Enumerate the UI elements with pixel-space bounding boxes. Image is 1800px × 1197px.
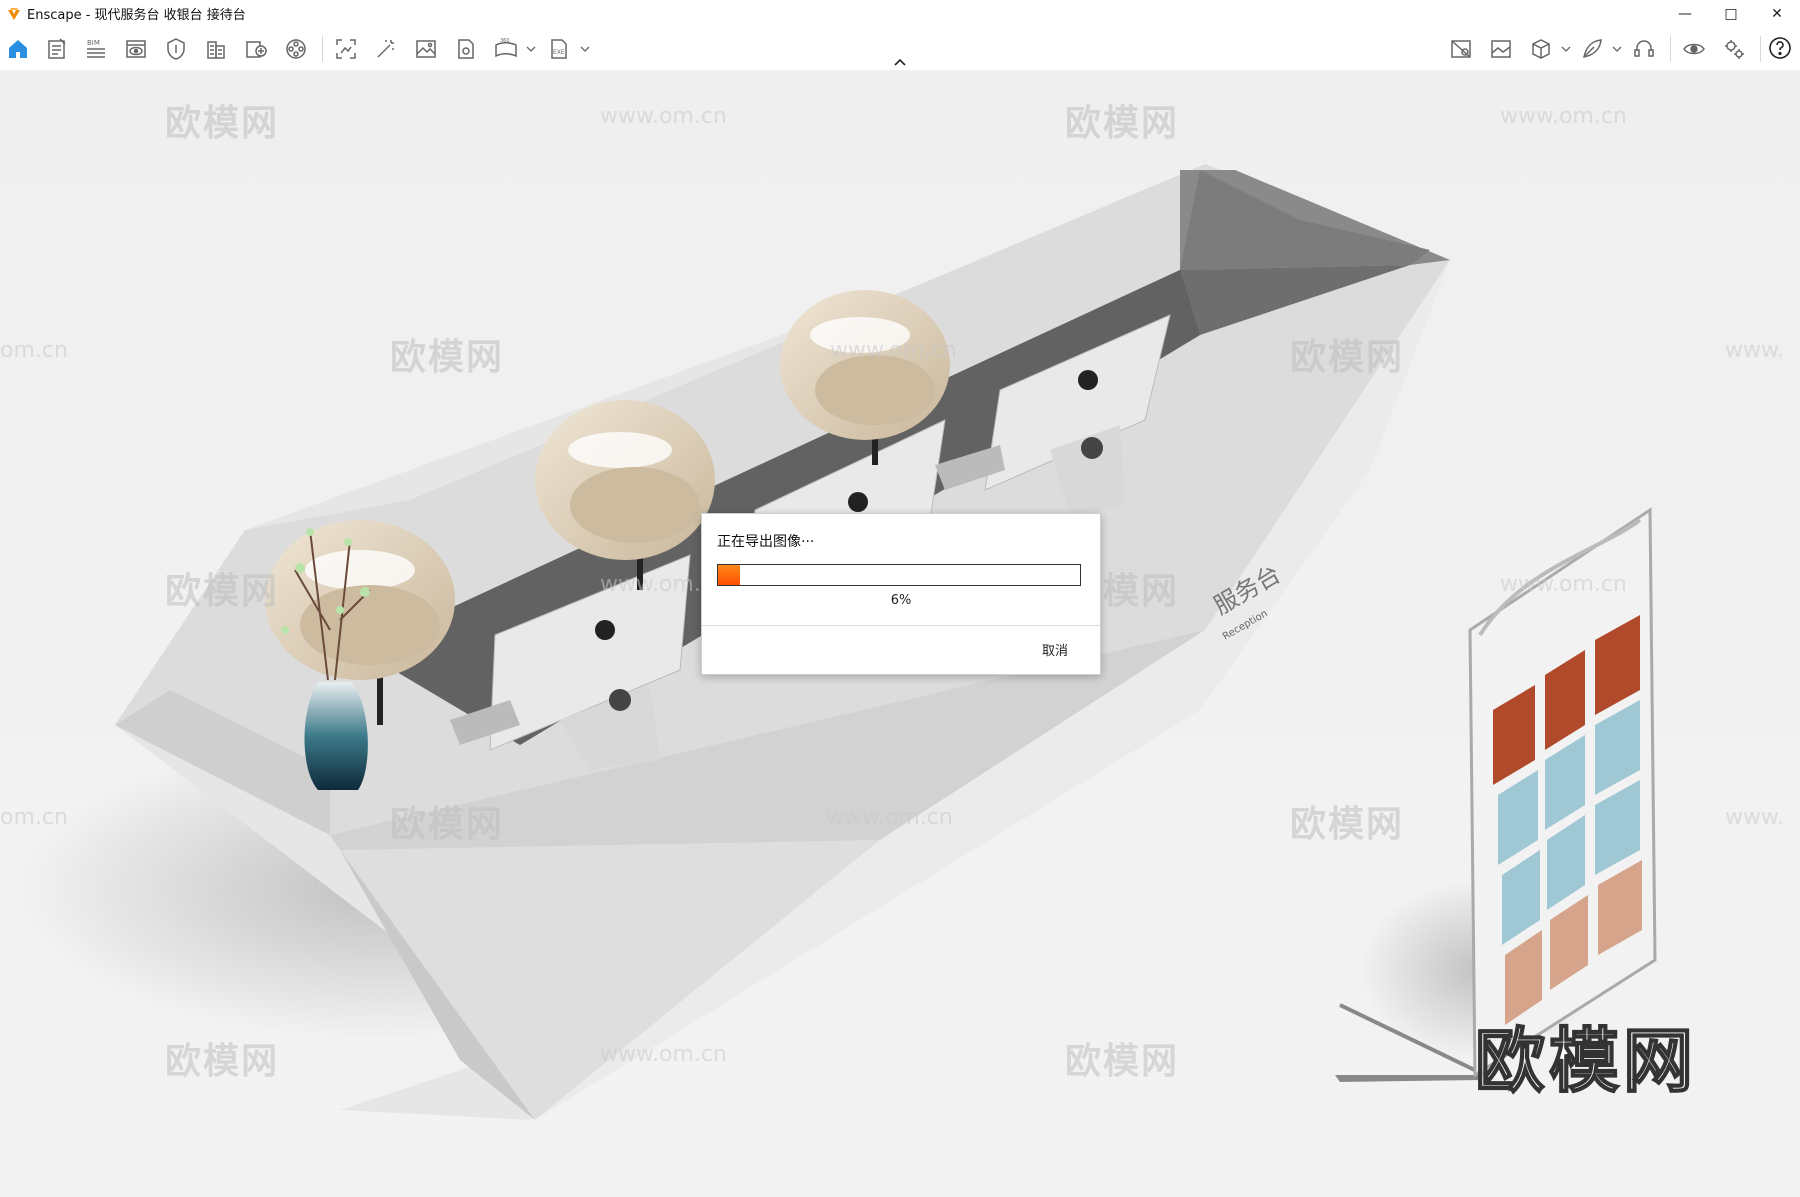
chevron-down-icon[interactable] bbox=[526, 44, 536, 54]
watermark-site-partial: om.cn bbox=[0, 338, 68, 363]
headset-icon[interactable] bbox=[1630, 35, 1658, 63]
shield-icon[interactable] bbox=[162, 35, 190, 63]
panorama-360-icon[interactable]: 360 bbox=[492, 35, 520, 63]
chevron-down-icon[interactable] bbox=[1561, 44, 1571, 54]
magic-wand-icon[interactable] bbox=[372, 35, 400, 63]
add-view-icon[interactable] bbox=[242, 35, 270, 63]
progress-percent-label: 6% bbox=[890, 593, 912, 608]
image-icon[interactable] bbox=[412, 35, 440, 63]
enscape-logo-icon bbox=[8, 7, 20, 20]
visual-settings-icon[interactable] bbox=[122, 35, 150, 63]
watermark-brand: 欧模网 bbox=[165, 103, 280, 144]
asset-library-icon[interactable] bbox=[1447, 35, 1475, 63]
watermark-brand: 欧模网 bbox=[1290, 804, 1405, 845]
document-icon[interactable] bbox=[43, 35, 71, 63]
exe-export-icon[interactable]: EXE bbox=[545, 35, 573, 63]
eye-icon[interactable] bbox=[1680, 35, 1708, 63]
watermark-site: www.om.cn bbox=[826, 805, 953, 830]
watermark-site: www.om.cn bbox=[1500, 104, 1627, 129]
home-icon[interactable] bbox=[4, 35, 32, 63]
gallery-icon[interactable] bbox=[1487, 35, 1515, 63]
screenshot-icon[interactable] bbox=[332, 35, 360, 63]
dialog-divider bbox=[702, 625, 1100, 626]
building-icon[interactable] bbox=[202, 35, 230, 63]
watermark-site-partial: www. bbox=[1725, 805, 1784, 830]
watermark-site: www.om.cn bbox=[600, 1042, 727, 1067]
watermark-brand: 欧模网 bbox=[1065, 103, 1180, 144]
progress-fill bbox=[718, 565, 740, 585]
minimize-icon[interactable]: — bbox=[1662, 0, 1708, 27]
watermark-site: www.om.cn bbox=[1500, 572, 1627, 597]
watermark-site: www.om.cn bbox=[830, 338, 957, 363]
watermark-brand: 欧模网 bbox=[390, 337, 505, 378]
window-controls: — □ ✕ bbox=[1662, 0, 1800, 27]
watermark-brand: 欧模网 bbox=[165, 571, 280, 612]
settings-gears-icon[interactable] bbox=[1720, 35, 1748, 63]
dialog-title: 正在导出图像··· bbox=[717, 534, 815, 550]
exe-label: EXE bbox=[553, 49, 565, 56]
watermark-brand: 欧模网 bbox=[165, 1041, 280, 1082]
title-bar: Enscape - 现代服务台 收银台 接待台 — □ ✕ bbox=[0, 0, 1800, 27]
bim-icon[interactable]: BIM bbox=[82, 35, 110, 63]
collapse-toolbar-icon[interactable] bbox=[892, 56, 908, 68]
file-render-icon[interactable] bbox=[452, 35, 480, 63]
watermark-brand: 欧模网 bbox=[1290, 337, 1405, 378]
chevron-down-icon[interactable] bbox=[1612, 44, 1622, 54]
video-reel-icon[interactable] bbox=[282, 35, 310, 63]
close-icon[interactable]: ✕ bbox=[1754, 0, 1800, 27]
export-progress-dialog: 正在导出图像··· 6% 取消 bbox=[701, 513, 1101, 675]
window-title: Enscape - 现代服务台 收银台 接待台 bbox=[27, 8, 246, 23]
maximize-icon[interactable]: □ bbox=[1708, 0, 1754, 27]
export-progress-bar bbox=[717, 564, 1081, 586]
watermark-site-partial: www. bbox=[1725, 338, 1784, 363]
cube-icon[interactable] bbox=[1527, 35, 1555, 63]
watermark-brand: 欧模网 bbox=[390, 804, 505, 845]
brand-watermark-large: 欧模网 bbox=[1474, 1019, 1697, 1103]
help-icon[interactable] bbox=[1766, 34, 1794, 62]
bim-label: BIM bbox=[87, 39, 100, 47]
chevron-down-icon[interactable] bbox=[580, 44, 590, 54]
watermark-site: www.om.cn bbox=[600, 104, 727, 129]
pano-label: 360 bbox=[500, 38, 510, 44]
watermark-brand: 欧模网 bbox=[1065, 1041, 1180, 1082]
cancel-button[interactable]: 取消 bbox=[1042, 640, 1068, 659]
feather-icon[interactable] bbox=[1578, 35, 1606, 63]
watermark-site-partial: om.cn bbox=[0, 805, 68, 830]
